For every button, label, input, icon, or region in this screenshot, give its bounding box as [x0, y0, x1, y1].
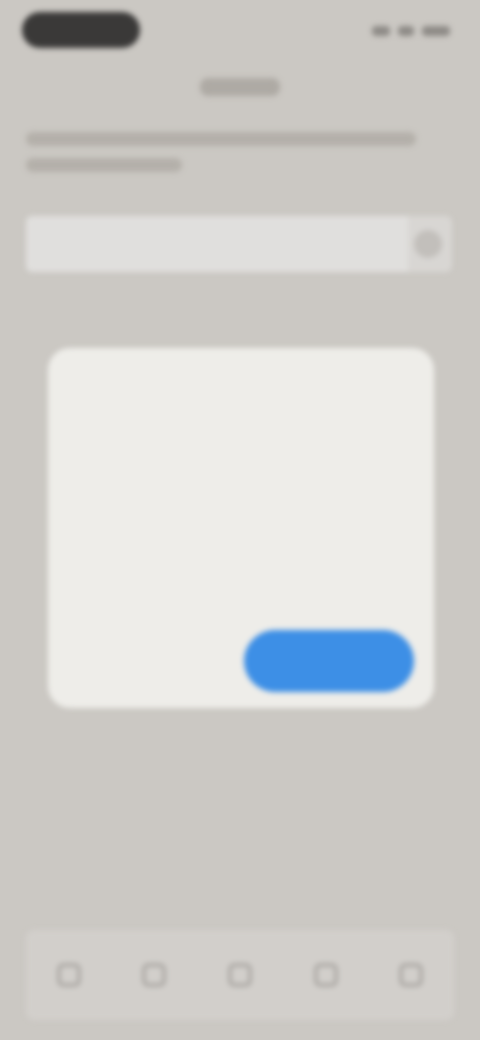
profile-icon	[400, 964, 423, 986]
home-icon	[57, 964, 80, 986]
search-icon[interactable]	[414, 230, 442, 258]
status-pill	[22, 12, 140, 48]
status-icons	[360, 24, 450, 38]
tab-bar	[26, 930, 454, 1020]
dialog	[48, 348, 434, 708]
status-bar	[0, 0, 480, 64]
dialog-primary-button[interactable]	[244, 630, 414, 692]
app-screen	[0, 0, 480, 1040]
subtitle-line-1	[26, 132, 416, 146]
tab-home[interactable]	[34, 935, 104, 1015]
wifi-icon	[398, 26, 414, 36]
tab-profile[interactable]	[376, 935, 446, 1015]
dialog-secondary-button[interactable]	[78, 638, 228, 682]
subtitle-line-2	[26, 158, 182, 172]
search-input[interactable]	[26, 216, 408, 272]
tab-search[interactable]	[119, 935, 189, 1015]
search-bar	[26, 216, 452, 272]
search-icon	[143, 964, 166, 986]
inbox-icon	[314, 964, 337, 986]
tab-add[interactable]	[205, 935, 275, 1015]
tab-inbox[interactable]	[291, 935, 361, 1015]
battery-icon	[422, 26, 450, 36]
add-icon	[228, 964, 251, 986]
signal-icon	[372, 26, 390, 36]
page-title	[200, 78, 280, 96]
